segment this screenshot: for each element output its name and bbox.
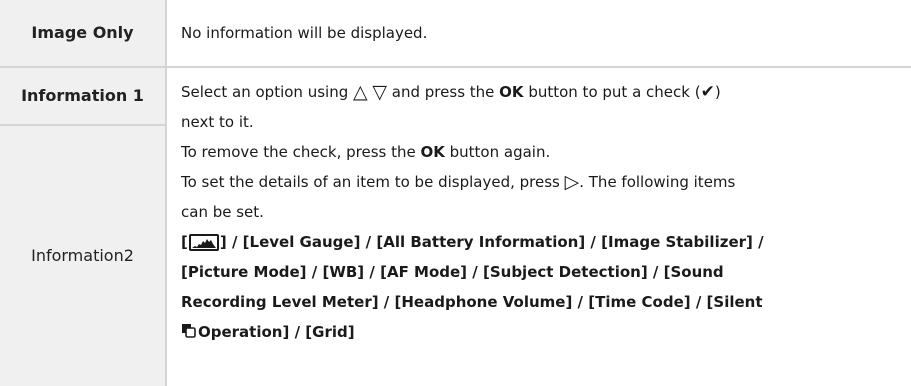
item-bracket: [ — [181, 233, 188, 251]
item-af-mode: [AF Mode] — [380, 263, 468, 281]
text-segment: and press the — [387, 83, 500, 101]
item-separator: / — [647, 263, 664, 281]
items-line-3: Recording Level Meter] / [Headphone Volu… — [181, 287, 896, 317]
settings-table: Image Only Information 1 Information 2 N… — [0, 0, 911, 386]
text-segment: To remove the check, press the — [181, 143, 421, 161]
description-line-5: can be set. — [181, 203, 264, 221]
item-all-battery: [All Battery Information] — [376, 233, 586, 251]
row-label-information-2: Information 2 — [0, 126, 165, 386]
label-divider — [0, 124, 165, 126]
check-icon: ✔ — [700, 82, 715, 102]
row-label-information-2-line2: 2 — [123, 246, 134, 265]
text-segment: . The following items — [579, 173, 736, 191]
description-line-4: To set the details of an item to be disp… — [181, 167, 896, 197]
text-segment: button again. — [444, 143, 551, 161]
row-description-image-only: No information will be displayed. — [181, 18, 896, 48]
description-line-3: To remove the check, press the OK button… — [181, 137, 896, 167]
text-segment: ) — [714, 83, 721, 101]
items-line-2: [Picture Mode] / [WB] / [AF Mode] / [Sub… — [181, 257, 896, 287]
row-description-information: Select an option using △ ▽ and press the… — [181, 77, 896, 347]
ok-button-label: OK — [499, 83, 524, 101]
item-grid: [Grid] — [305, 323, 355, 341]
item-separator: / — [690, 293, 707, 311]
item-separator: / — [467, 263, 483, 281]
item-separator: / — [360, 233, 377, 251]
up-arrow-icon: △ — [353, 81, 368, 103]
item-separator: / — [364, 263, 381, 281]
item-separator: / — [226, 233, 243, 251]
item-image-stabilizer: [Image Stabilizer] — [601, 233, 753, 251]
column-divider — [165, 0, 167, 386]
item-separator: / — [378, 293, 395, 311]
row-label-information-2-line1: Information — [31, 246, 124, 265]
item-separator: / — [289, 323, 306, 341]
item-separator: / — [572, 293, 589, 311]
text-segment: Select an option using — [181, 83, 353, 101]
row-label-information-1: Information 1 — [0, 68, 165, 124]
item-separator: / — [585, 233, 602, 251]
right-arrow-icon: ▷ — [564, 171, 580, 193]
item-subject-detection: [Subject Detection] — [482, 263, 648, 281]
description-line-2: next to it. — [181, 113, 254, 131]
histogram-icon — [188, 234, 219, 251]
row-label-image-only: Image Only — [0, 0, 165, 66]
description-line-1: Select an option using △ ▽ and press the… — [181, 77, 896, 107]
items-line-1: [] / [Level Gauge] / [All Battery Inform… — [181, 227, 896, 257]
ok-button-label: OK — [420, 143, 445, 161]
item-sound-recording-part2: Recording Level Meter] — [181, 293, 379, 311]
item-wb: [WB] — [322, 263, 365, 281]
silent-mode-icon — [181, 323, 197, 339]
item-bracket: ] — [219, 233, 227, 251]
item-headphone-volume: [Headphone Volume] — [394, 293, 573, 311]
item-sound-recording-part1: [Sound — [663, 263, 724, 281]
items-line-4: Operation] / [Grid] — [181, 317, 896, 347]
row-divider — [0, 66, 911, 68]
item-separator: / — [752, 233, 764, 251]
text-segment: To set the details of an item to be disp… — [181, 173, 565, 191]
item-silent-operation-part1: [Silent — [706, 293, 763, 311]
down-arrow-icon: ▽ — [372, 81, 388, 103]
item-silent-operation-part2: Operation] — [198, 323, 290, 341]
description-text: No information will be displayed. — [181, 24, 428, 42]
item-picture-mode: [Picture Mode] — [181, 263, 307, 281]
text-segment: button to put a check ( — [523, 83, 701, 101]
item-level-gauge: [Level Gauge] — [242, 233, 361, 251]
item-time-code: [Time Code] — [588, 293, 691, 311]
item-separator: / — [306, 263, 323, 281]
